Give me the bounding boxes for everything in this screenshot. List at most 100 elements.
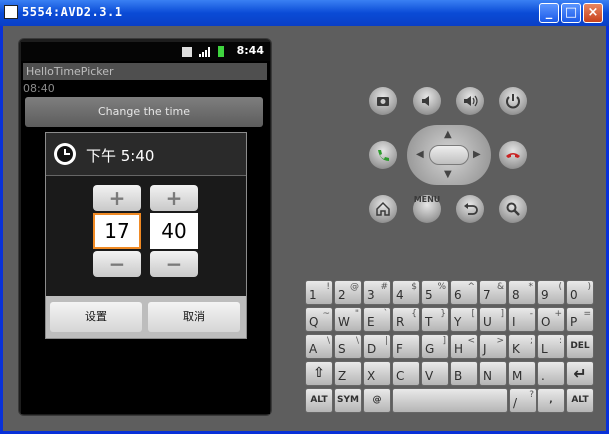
key-period[interactable]: . [537, 361, 565, 386]
space-key[interactable] [392, 388, 508, 413]
key-p-alt-label: = [583, 309, 591, 319]
delete-key[interactable]: DEL [566, 334, 594, 359]
key-5[interactable]: 5% [421, 280, 449, 305]
key-o-label: O [541, 315, 551, 329]
search-button[interactable] [499, 195, 527, 223]
key-o-alt-label: + [554, 309, 562, 319]
key-8[interactable]: 8 * [508, 280, 536, 305]
alt-key-left[interactable]: ALT [305, 388, 333, 413]
key-f[interactable]: F [392, 334, 420, 359]
key-c[interactable]: C [392, 361, 420, 386]
key-r[interactable]: R{ [392, 307, 420, 332]
key-at[interactable]: @ [363, 388, 391, 413]
minimize-button[interactable]: _ [539, 3, 559, 23]
key-1[interactable]: 1! [305, 280, 333, 305]
key-y-label: Y [454, 315, 462, 329]
key-r-label: R [396, 315, 405, 329]
key-b[interactable]: B [450, 361, 478, 386]
key-h-alt-label: < [467, 336, 475, 346]
cancel-button[interactable]: 取消 [148, 302, 240, 332]
volume-down-button[interactable] [413, 87, 441, 115]
sim-icon [182, 47, 192, 57]
dpad[interactable]: ▲ ▼ ◀ ▶ [407, 125, 491, 185]
key-2-label: 2 [338, 288, 346, 302]
key-e-alt-label: ` [383, 309, 389, 319]
key-u-alt-label: ] [500, 309, 504, 319]
key-0[interactable]: 0) [566, 280, 594, 305]
key-k-alt-label: ; [529, 336, 533, 346]
key-x[interactable]: X [363, 361, 391, 386]
dpad-up-icon[interactable]: ▲ [444, 129, 452, 140]
camera-button[interactable] [369, 87, 397, 115]
key-p[interactable]: P = [566, 307, 594, 332]
back-button[interactable] [456, 195, 484, 223]
search-icon [506, 202, 520, 216]
key-v[interactable]: V [421, 361, 449, 386]
key-7[interactable]: 7 & [479, 280, 507, 305]
key-o[interactable]: O + [537, 307, 565, 332]
key-i[interactable]: I- [508, 307, 536, 332]
dpad-right-icon[interactable]: ▶ [473, 149, 481, 160]
maximize-button[interactable]: □ [561, 3, 581, 23]
key-m[interactable]: M [508, 361, 536, 386]
key-n[interactable]: N [479, 361, 507, 386]
title-bar[interactable]: 5554:AVD2.3.1 _ □ × [0, 0, 609, 26]
end-call-button[interactable] [499, 141, 527, 169]
minute-field[interactable]: 40 [150, 213, 198, 249]
key-comma[interactable]: , [537, 388, 565, 413]
key-r-alt-label: { [411, 309, 417, 319]
key-z[interactable]: Z [334, 361, 362, 386]
dpad-down-icon[interactable]: ▼ [444, 169, 452, 180]
volume-up-button[interactable] [456, 87, 484, 115]
key-u[interactable]: U] [479, 307, 507, 332]
close-button[interactable]: × [583, 3, 603, 23]
key-d[interactable]: D | [363, 334, 391, 359]
key-2[interactable]: 2 @ [334, 280, 362, 305]
key-a-label: A [309, 342, 318, 356]
key-s-alt-label: \ [355, 336, 359, 346]
minute-decrement-button[interactable]: − [150, 251, 198, 277]
key-3-label: 3 [367, 288, 375, 302]
key-slash[interactable]: /? [509, 388, 537, 413]
change-time-button[interactable]: Change the time [25, 97, 263, 127]
hour-field[interactable]: 17 [93, 213, 141, 249]
key-q[interactable]: Q ~ [305, 307, 333, 332]
key-a[interactable]: A \ [305, 334, 333, 359]
key-6[interactable]: 6 ^ [450, 280, 478, 305]
key-g[interactable]: G] [421, 334, 449, 359]
minute-increment-button[interactable]: + [150, 185, 198, 211]
key-u-label: U [483, 315, 492, 329]
key-l[interactable]: L: [537, 334, 565, 359]
key-s[interactable]: S \ [334, 334, 362, 359]
hour-decrement-button[interactable]: − [93, 251, 141, 277]
home-button[interactable] [369, 195, 397, 223]
key-3[interactable]: 3 # [363, 280, 391, 305]
key-l-alt-label: : [558, 336, 562, 346]
status-bar: 8:44 [21, 42, 270, 61]
key-h[interactable]: H < [450, 334, 478, 359]
key-4[interactable]: 4 $ [392, 280, 420, 305]
enter-key[interactable]: ↵ [566, 361, 594, 386]
key-k[interactable]: K; [508, 334, 536, 359]
key-g-label: G [425, 342, 435, 356]
power-button[interactable] [499, 87, 527, 115]
key-j-alt-label: > [496, 336, 504, 346]
shift-key[interactable]: ⇧ [305, 361, 333, 386]
dpad-center-button[interactable] [429, 145, 469, 165]
call-button[interactable] [369, 141, 397, 169]
dpad-left-icon[interactable]: ◀ [416, 149, 424, 160]
hour-increment-button[interactable]: + [93, 185, 141, 211]
key-9[interactable]: 9( [537, 280, 565, 305]
sym-key[interactable]: SYM [334, 388, 362, 413]
key-y[interactable]: Y[ [450, 307, 478, 332]
key-j[interactable]: J > [479, 334, 507, 359]
power-icon [506, 94, 520, 109]
key-9-label: 9 [541, 288, 549, 302]
key-e[interactable]: E ` [363, 307, 391, 332]
key-w[interactable]: W " [334, 307, 362, 332]
menu-button[interactable]: MENU [413, 195, 441, 223]
key-t[interactable]: T} [421, 307, 449, 332]
key-5-label: 5 [425, 288, 433, 302]
set-button[interactable]: 设置 [50, 302, 142, 332]
alt-key-right[interactable]: ALT [566, 388, 594, 413]
